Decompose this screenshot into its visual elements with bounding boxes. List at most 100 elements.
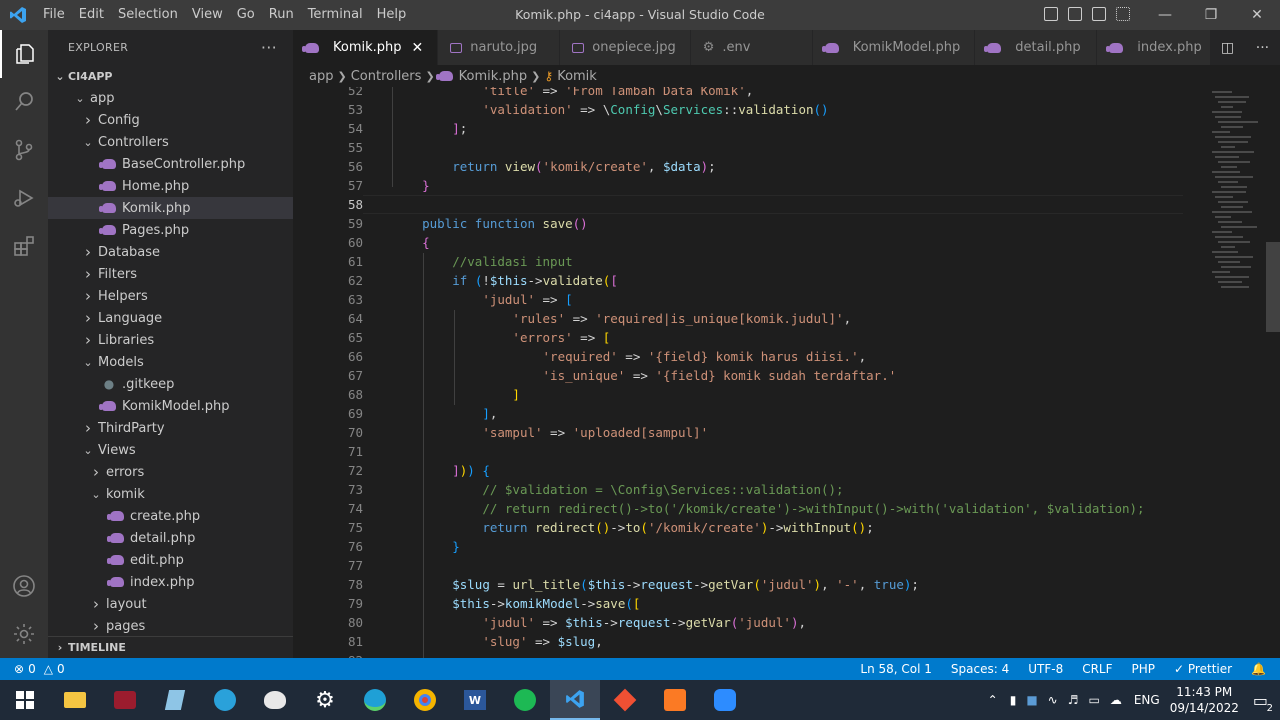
breadcrumb-file[interactable]: Komik.php: [459, 69, 528, 84]
menu-run[interactable]: Run: [262, 0, 301, 30]
file-explorer-icon[interactable]: [50, 680, 100, 720]
usb-icon[interactable]: ▮: [1010, 693, 1017, 707]
menu-go[interactable]: Go: [230, 0, 262, 30]
explorer-icon[interactable]: [0, 30, 48, 78]
minimap[interactable]: [1206, 87, 1266, 658]
language-mode[interactable]: PHP: [1132, 662, 1156, 676]
problems-indicator[interactable]: ⊗ 0 △ 0: [0, 662, 65, 676]
tree-item[interactable]: Home.php: [48, 175, 293, 197]
tree-item[interactable]: BaseController.php: [48, 153, 293, 175]
breadcrumb-class[interactable]: Komik: [557, 69, 597, 84]
battery-icon[interactable]: ▭: [1089, 693, 1100, 707]
edge-icon[interactable]: [350, 680, 400, 720]
settings-gear-icon[interactable]: ⚙: [300, 680, 350, 720]
toggle-sidebar-icon[interactable]: [1044, 7, 1058, 21]
indentation[interactable]: Spaces: 4: [951, 662, 1009, 676]
encoding[interactable]: UTF-8: [1028, 662, 1063, 676]
xampp-icon[interactable]: [650, 680, 700, 720]
breadcrumb-app[interactable]: app: [309, 69, 333, 84]
tree-item[interactable]: › Language: [48, 307, 293, 329]
menu-help[interactable]: Help: [370, 0, 414, 30]
split-editor-icon[interactable]: ◫: [1221, 40, 1234, 56]
menu-terminal[interactable]: Terminal: [301, 0, 370, 30]
meet-now-icon[interactable]: ■: [1026, 693, 1037, 707]
menu-view[interactable]: View: [185, 0, 230, 30]
windows-start-icon[interactable]: [0, 680, 50, 720]
tree-item[interactable]: edit.php: [48, 549, 293, 571]
tab-onepiece-jpg[interactable]: onepiece.jpg: [560, 30, 691, 65]
tree-item[interactable]: › Filters: [48, 263, 293, 285]
input-language[interactable]: ENG: [1134, 693, 1160, 707]
tree-item[interactable]: ● .gitkeep: [48, 373, 293, 395]
telegram-icon[interactable]: [200, 680, 250, 720]
tab--env[interactable]: ⚙ .env: [690, 30, 813, 65]
tab-komikmodel-php[interactable]: KomikModel.php: [812, 30, 976, 65]
menu-file[interactable]: File: [36, 0, 72, 30]
tree-item[interactable]: › Config: [48, 109, 293, 131]
notifications-bell-icon[interactable]: 🔔: [1251, 662, 1266, 676]
clock[interactable]: 11:43 PM 09/14/2022: [1170, 684, 1239, 716]
tree-item[interactable]: ⌄ Models: [48, 351, 293, 373]
more-editor-actions-icon[interactable]: ···: [1256, 40, 1269, 56]
accounts-icon[interactable]: [0, 562, 48, 610]
customize-layout-icon[interactable]: [1116, 7, 1130, 21]
end-of-line[interactable]: CRLF: [1082, 662, 1112, 676]
mendeley-icon[interactable]: [100, 680, 150, 720]
word-icon[interactable]: W: [450, 680, 500, 720]
tree-item[interactable]: ⌄ Controllers: [48, 131, 293, 153]
restore-icon[interactable]: ❐: [1188, 0, 1234, 30]
minimize-icon[interactable]: —: [1142, 0, 1188, 30]
run-debug-icon[interactable]: [0, 174, 48, 222]
source-control-icon[interactable]: [0, 126, 48, 174]
paint-icon[interactable]: [250, 680, 300, 720]
chrome-icon[interactable]: [400, 680, 450, 720]
menu-edit[interactable]: Edit: [72, 0, 111, 30]
tree-item[interactable]: › errors: [48, 461, 293, 483]
vscode-logo-icon[interactable]: [0, 0, 36, 30]
scrollbar-thumb[interactable]: [1266, 242, 1280, 332]
tab-komik-php[interactable]: Komik.php ✕: [293, 30, 439, 65]
tree-item[interactable]: ⌄ komik: [48, 483, 293, 505]
toggle-secondary-sidebar-icon[interactable]: [1092, 7, 1106, 21]
git-icon[interactable]: [600, 680, 650, 720]
tree-item[interactable]: detail.php: [48, 527, 293, 549]
tree-item[interactable]: create.php: [48, 505, 293, 527]
tree-item[interactable]: ⌄ app: [48, 87, 293, 109]
prettier-status[interactable]: ✓​ Prettier: [1174, 662, 1232, 676]
show-hidden-icons-icon[interactable]: ⌃: [988, 693, 998, 707]
tree-item[interactable]: › pages: [48, 615, 293, 637]
zoom-icon[interactable]: [700, 680, 750, 720]
notepad-icon[interactable]: [150, 680, 200, 720]
search-icon[interactable]: [0, 78, 48, 126]
tree-item[interactable]: › Database: [48, 241, 293, 263]
menu-selection[interactable]: Selection: [111, 0, 185, 30]
tree-item[interactable]: KomikModel.php: [48, 395, 293, 417]
close-window-icon[interactable]: ✕: [1234, 0, 1280, 30]
tree-item[interactable]: › Helpers: [48, 285, 293, 307]
tree-item[interactable]: Pages.php: [48, 219, 293, 241]
wifi-icon[interactable]: ∿: [1048, 693, 1058, 707]
toggle-panel-icon[interactable]: [1068, 7, 1082, 21]
notification-center-icon[interactable]: ▭ 2: [1253, 691, 1273, 714]
cloud-icon[interactable]: ☁: [1110, 693, 1122, 707]
tree-item[interactable]: › layout: [48, 593, 293, 615]
tree-item[interactable]: › ThirdParty: [48, 417, 293, 439]
cursor-position[interactable]: Ln 58, Col 1: [860, 662, 932, 676]
manage-gear-icon[interactable]: [0, 610, 48, 658]
extensions-icon[interactable]: [0, 222, 48, 270]
tab-detail-php[interactable]: detail.php: [975, 30, 1098, 65]
vscode-taskbar-icon[interactable]: [550, 680, 600, 720]
close-tab-icon[interactable]: ✕: [412, 40, 424, 56]
tree-item[interactable]: › Libraries: [48, 329, 293, 351]
tab-naruto-jpg[interactable]: naruto.jpg: [438, 30, 561, 65]
tab-index-php[interactable]: index.php: [1097, 30, 1220, 65]
volume-icon[interactable]: ♬: [1068, 693, 1079, 707]
tree-item[interactable]: Komik.php: [48, 197, 293, 219]
more-actions-icon[interactable]: ···: [261, 38, 277, 57]
editor-scrollbar[interactable]: [1266, 87, 1280, 658]
code-editor[interactable]: 52 53 54 55 56 57 58 59 60 61 62 63 64 65 66 67 68 69 70 71…: [293, 87, 1280, 658]
breadcrumb-controllers[interactable]: Controllers: [351, 69, 422, 84]
tree-item[interactable]: ⌄ Views: [48, 439, 293, 461]
tree-item[interactable]: index.php: [48, 571, 293, 593]
project-root[interactable]: ⌄ CI4APP: [48, 65, 293, 87]
